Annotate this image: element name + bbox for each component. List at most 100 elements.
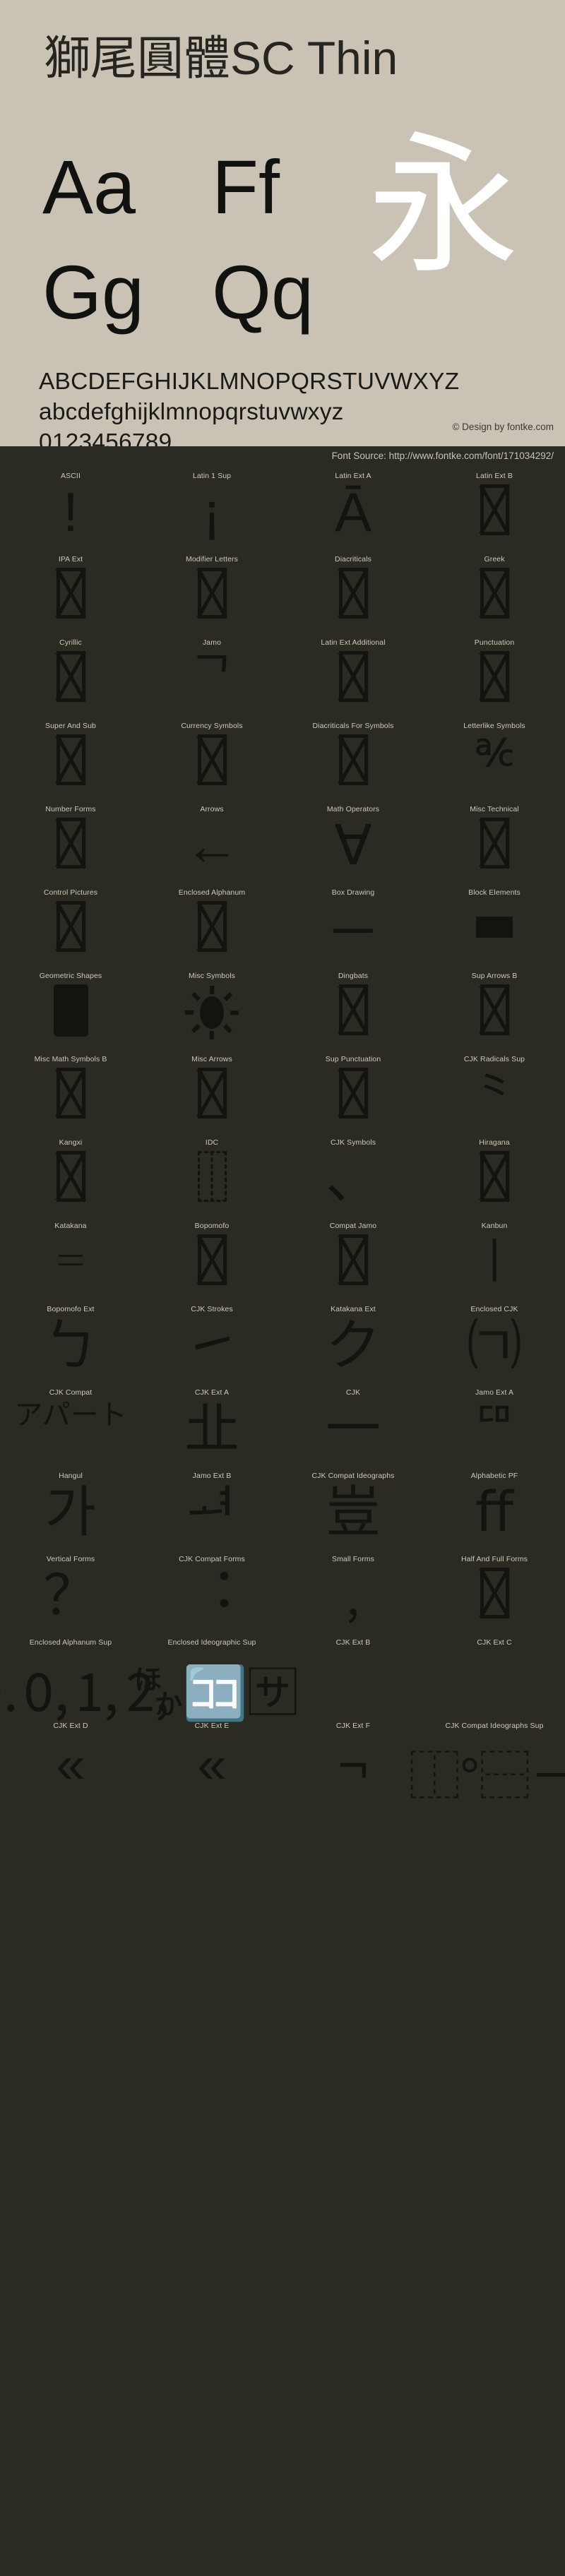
block-cell-bopomofo-ext[interactable]: Bopomofo Ext ㄅ [0, 1305, 141, 1388]
block-cell-half-and-full-forms[interactable]: Half And Full Forms [424, 1555, 565, 1638]
block-cell-bopomofo[interactable]: Bopomofo [141, 1222, 282, 1305]
block-cell-ipa-ext[interactable]: IPA Ext [0, 555, 141, 638]
block-element-icon [476, 917, 513, 938]
block-glyph-latin-ext-a: Ā [282, 484, 424, 554]
sun-ray [223, 992, 232, 1001]
block-cell-ascii[interactable]: ASCII! [0, 472, 141, 555]
block-cell-latin-ext-b[interactable]: Latin Ext B [424, 472, 565, 555]
block-cell-cjk-compat-forms[interactable]: CJK Compat Forms ︓ [141, 1555, 282, 1638]
block-cell-cjk-symbols[interactable]: CJK Symbols、 [282, 1138, 424, 1222]
block-cell-cjk-strokes[interactable]: CJK Strokes ㇀ [141, 1305, 282, 1388]
block-cell-diacriticals-for-symbols[interactable]: Diacriticals For Symbols [282, 722, 424, 805]
block-cell-small-forms[interactable]: Small Forms ﹐ [282, 1555, 424, 1638]
block-sample-text: ! [63, 484, 78, 539]
block-sample-text: Ā [335, 484, 371, 539]
block-cell-jamo-ext-a[interactable]: Jamo Ext Aꥠ [424, 1388, 565, 1472]
missing-glyph-icon [480, 484, 509, 535]
block-cell-cyrillic[interactable]: Cyrillic [0, 638, 141, 722]
block-cell-hiragana[interactable]: Hiragana [424, 1138, 565, 1222]
specimen-pair-gg: Gg [42, 239, 144, 345]
block-glyph-misc-symbols [141, 984, 282, 1054]
block-cell-latin-ext-additional[interactable]: Latin Ext Additional [282, 638, 424, 722]
block-cell-cjk-compat-ideographs-sup[interactable]: CJK Compat Ideographs Sup ⿰°⿱－ [424, 1722, 565, 1805]
block-glyph-cjk-ext-c: 𪜀𪜁𪜂 [424, 1651, 565, 1720]
block-glyph-hiragana [424, 1151, 565, 1220]
block-label: Greek [424, 555, 565, 564]
block-cell-enclosed-cjk[interactable]: Enclosed CJK ㈀ [424, 1305, 565, 1388]
block-cell-super-and-sub[interactable]: Super And Sub [0, 722, 141, 805]
block-cell-kangxi[interactable]: Kangxi [0, 1138, 141, 1222]
block-cell-cjk-ext-f[interactable]: CJK Ext F 𬺠¬ [282, 1722, 424, 1805]
block-cell-dingbats[interactable]: Dingbats [282, 972, 424, 1055]
block-glyph-control-pictures [0, 901, 141, 970]
block-cell-sup-punctuation[interactable]: Sup Punctuation [282, 1055, 424, 1138]
block-cell-kanbun[interactable]: Kanbun ㆐ [424, 1222, 565, 1305]
block-cell-block-elements[interactable]: Block Elements [424, 888, 565, 972]
block-glyph-math-operators: ∀ [282, 818, 424, 887]
block-cell-punctuation[interactable]: Punctuation [424, 638, 565, 722]
block-glyph-cjk-ext-a: 㐀 [141, 1401, 282, 1470]
block-cell-hangul[interactable]: Hangul 가 [0, 1472, 141, 1555]
font-source-link[interactable]: Font Source: http://www.fontke.com/font/… [332, 451, 554, 461]
block-cell-cjk-ext-b[interactable]: CJK Ext B 𠀀𠀁𠀂𠀃 [282, 1638, 424, 1722]
block-cell-enclosed-ideographic-sup[interactable]: Enclosed Ideographic Sup 🈀🈁🈂🈃🈄🈅🈆 [141, 1638, 282, 1722]
block-cell-cjk-ext-e[interactable]: CJK Ext E 𫠠« [141, 1722, 282, 1805]
block-cell-cjk-radicals-sup[interactable]: CJK Radicals Sup ⺀ [424, 1055, 565, 1138]
block-cell-vertical-forms[interactable]: Vertical Forms？ [0, 1555, 141, 1638]
block-cell-cjk-compat-ideographs[interactable]: CJK Compat Ideographs 豈 [282, 1472, 424, 1555]
block-glyph-compat-jamo [282, 1234, 424, 1304]
block-cell-latin-ext-a[interactable]: Latin Ext AĀ [282, 472, 424, 555]
block-cell-enclosed-alphanum[interactable]: Enclosed Alphanum [141, 888, 282, 972]
block-cell-misc-technical[interactable]: Misc Technical [424, 805, 565, 888]
block-row: CJK Ext D 𫝀« CJK Ext E 𫠠« CJK Ext F 𬺠¬ CJK Com… [0, 1722, 565, 1805]
block-label: Latin Ext B [424, 472, 565, 480]
block-cell-katakana-ext[interactable]: Katakana Ext ク [282, 1305, 424, 1388]
block-cell-enclosed-alphanum-sup[interactable]: Enclosed Alphanum Sup🄀🄁🄂🄃 [0, 1638, 141, 1722]
block-cell-sup-arrows-b[interactable]: Sup Arrows B [424, 972, 565, 1055]
block-cell-number-forms[interactable]: Number Forms [0, 805, 141, 888]
block-cell-cjk-ext-c[interactable]: CJK Ext C 𪜀𪜁𪜂 [424, 1638, 565, 1722]
block-cell-jamo[interactable]: Jamo ᄀ [141, 638, 282, 722]
block-row: Bopomofo Ext ㄅ CJK Strokes ㇀ Katakana Ext ク En… [0, 1305, 565, 1388]
block-sample-text: 一 [326, 1401, 381, 1456]
block-row: IPA Ext Modifier Letters Diacriticals Greek [0, 555, 565, 638]
block-cell-alphabetic-pf[interactable]: Alphabetic PF ﬀ [424, 1472, 565, 1555]
block-cell-misc-arrows[interactable]: Misc Arrows [141, 1055, 282, 1138]
block-cell-jamo-ext-b[interactable]: Jamo Ext Bힰ [141, 1472, 282, 1555]
specimen-header: 獅尾圓體SC Thin Aa Gg Ff Qq 永 ABCDEFGHIJKLMN… [0, 0, 565, 446]
block-cell-math-operators[interactable]: Math Operators ∀ [282, 805, 424, 888]
missing-glyph-icon [339, 734, 368, 785]
font-specimen-page: 獅尾圓體SC Thin Aa Gg Ff Qq 永 ABCDEFGHIJKLMN… [0, 0, 565, 2576]
block-row: Number Forms Arrows ← Math Operators ∀ Misc T… [0, 805, 565, 888]
missing-glyph-icon [198, 901, 227, 952]
block-label: CJK [282, 1388, 424, 1397]
block-cell-katakana[interactable]: Katakana ゠ [0, 1222, 141, 1305]
block-cell-box-drawing[interactable]: Box Drawing ─ [282, 888, 424, 972]
block-cell-geometric-shapes[interactable]: Geometric Shapes [0, 972, 141, 1055]
block-cell-cjk-compat[interactable]: CJK Compat アパート [0, 1388, 141, 1472]
block-cell-compat-jamo[interactable]: Compat Jamo [282, 1222, 424, 1305]
block-cell-greek[interactable]: Greek [424, 555, 565, 638]
block-glyph-alphabetic-pf: ﬀ [424, 1484, 565, 1554]
block-label: Dingbats [282, 972, 424, 980]
block-cell-cjk[interactable]: CJK 一 [282, 1388, 424, 1472]
block-cell-misc-symbols[interactable]: Misc Symbols [141, 972, 282, 1055]
block-glyph-geometric-shapes [0, 984, 141, 1054]
missing-glyph-icon [56, 1151, 85, 1202]
block-sample-text: ← [184, 818, 239, 873]
block-cell-modifier-letters[interactable]: Modifier Letters [141, 555, 282, 638]
block-sample-text: ㆐ [467, 1234, 522, 1289]
block-cell-diacriticals[interactable]: Diacriticals [282, 555, 424, 638]
block-cell-cjk-ext-a[interactable]: CJK Ext A㐀 [141, 1388, 282, 1472]
block-cell-misc-math-symbols-b[interactable]: Misc Math Symbols B [0, 1055, 141, 1138]
block-cell-cjk-ext-d[interactable]: CJK Ext D 𫝀« [0, 1722, 141, 1805]
block-cell-arrows[interactable]: Arrows ← [141, 805, 282, 888]
block-cell-currency-symbols[interactable]: Currency Symbols [141, 722, 282, 805]
block-cell-latin-1-sup[interactable]: Latin 1 Sup ¡ [141, 472, 282, 555]
block-cell-idc[interactable]: IDC [141, 1138, 282, 1222]
block-glyph-misc-technical [424, 818, 565, 887]
block-label: Hangul [0, 1472, 141, 1480]
block-label: Kanbun [424, 1222, 565, 1230]
block-cell-letterlike-symbols[interactable]: Letterlike Symbols ℀ [424, 722, 565, 805]
block-cell-control-pictures[interactable]: Control Pictures [0, 888, 141, 972]
